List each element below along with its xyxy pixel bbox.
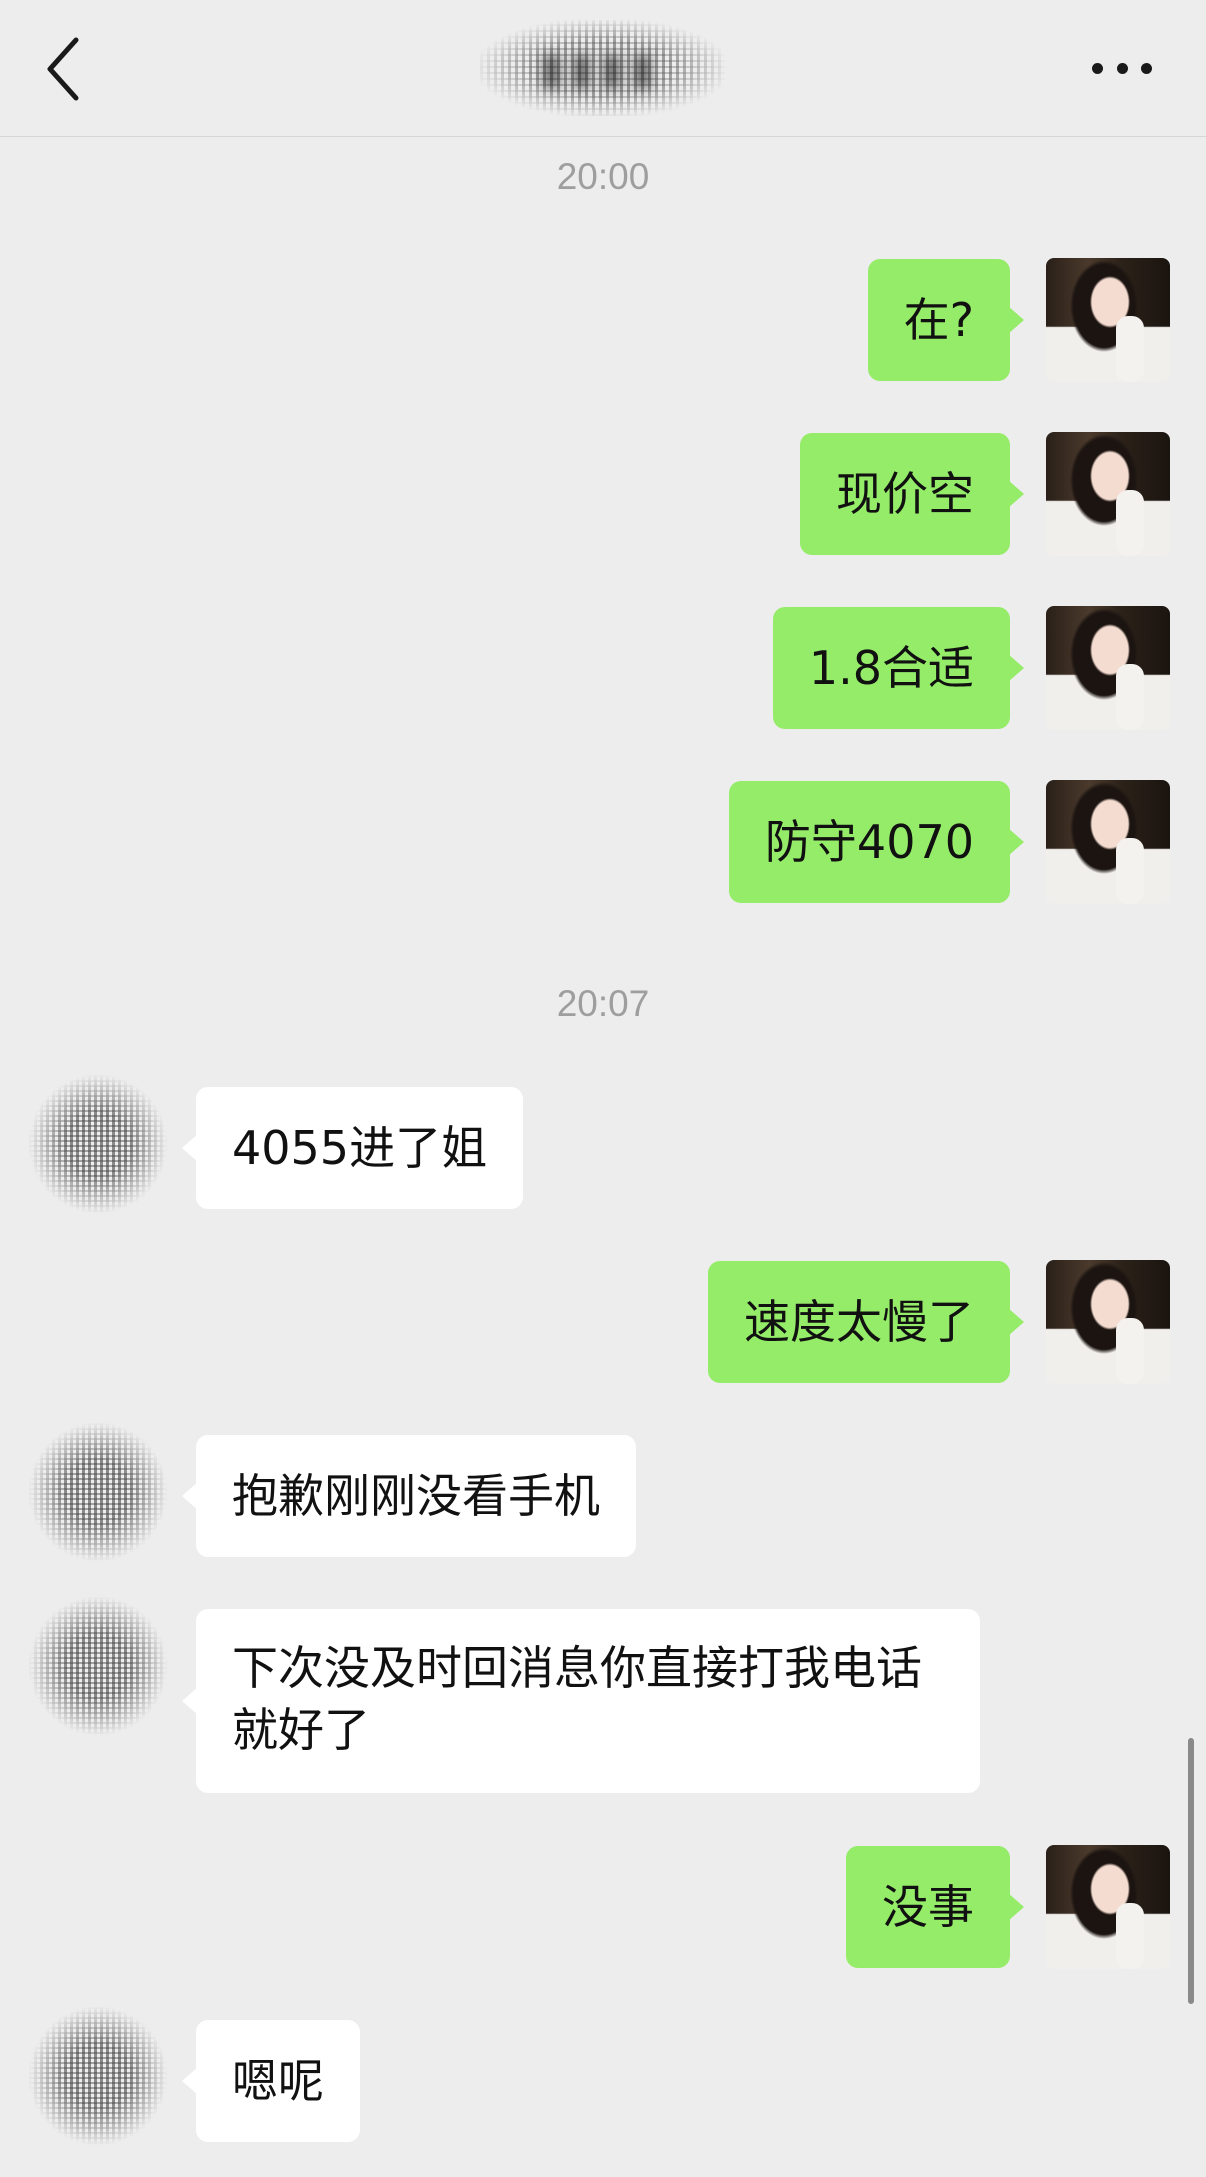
timestamp: 20:07 [556,983,650,1024]
incoming-message[interactable]: 嗯呢 [182,2020,360,2142]
contact-name: ▮▮▮▮ [470,18,730,118]
dot [1092,62,1103,74]
contact-avatar[interactable] [28,1986,170,2164]
more-dots-icon[interactable] [1092,55,1152,81]
my-avatar[interactable] [1046,780,1170,904]
chat-header: ▮▮▮▮ [0,0,1206,137]
chevron-left-icon[interactable] [40,34,90,104]
my-avatar[interactable] [1046,432,1170,556]
outgoing-message[interactable]: 速度太慢了 [708,1261,1024,1383]
outgoing-message[interactable]: 在? [867,259,1025,381]
my-avatar[interactable] [1046,606,1170,730]
scrollbar[interactable] [1188,1738,1194,2004]
my-avatar[interactable] [1046,1260,1170,1384]
dot [1141,62,1152,74]
my-avatar[interactable] [1046,1845,1170,1969]
contact-avatar[interactable] [28,1402,170,1580]
outgoing-message[interactable]: 没事 [846,1846,1024,1968]
incoming-message[interactable]: 下次没及时回消息你直接打我电话就好了 [182,1609,980,1793]
outgoing-message[interactable]: 现价空 [800,433,1024,555]
contact-name-text: ▮▮▮▮ [539,42,661,94]
contact-avatar[interactable] [28,1054,170,1232]
my-avatar[interactable] [1046,258,1170,382]
outgoing-message[interactable]: 1.8合适 [772,607,1025,729]
incoming-message[interactable]: 4055进了姐 [181,1087,524,1209]
timestamp: 20:00 [556,156,650,197]
incoming-message[interactable]: 抱歉刚刚没看手机 [182,1435,636,1557]
outgoing-message[interactable]: 防守4070 [728,781,1025,903]
dot [1116,62,1128,74]
contact-avatar[interactable] [28,1576,170,1754]
